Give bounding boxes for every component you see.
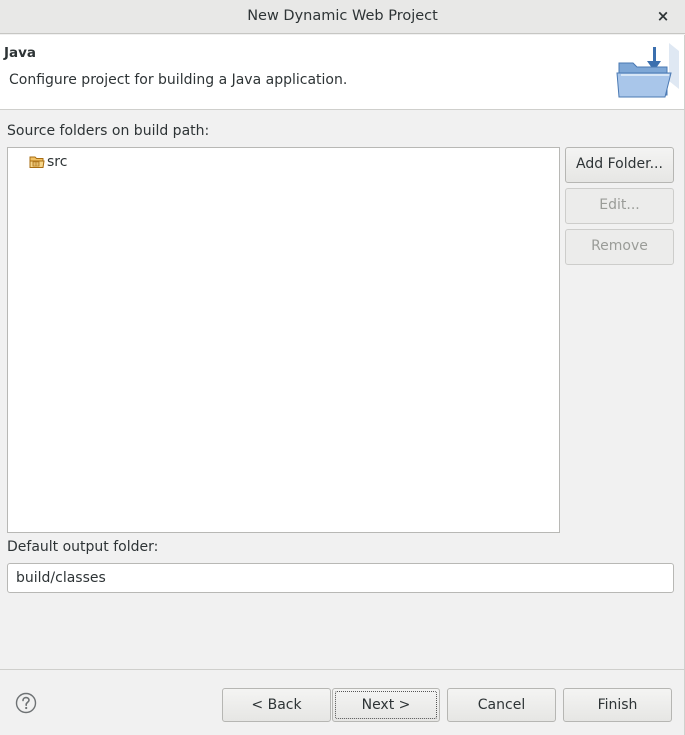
wizard-header: Java Configure project for building a Ja…	[0, 35, 685, 110]
edit-button[interactable]: Edit...	[565, 188, 674, 224]
java-wizard-folder-icon	[613, 41, 685, 103]
dialog-window: New Dynamic Web Project × Java Configure…	[0, 0, 685, 735]
source-folders-tree[interactable]: src	[7, 147, 560, 533]
tree-item-src[interactable]: src	[29, 154, 67, 170]
title-bar: New Dynamic Web Project ×	[0, 0, 685, 34]
add-folder-button[interactable]: Add Folder...	[565, 147, 674, 183]
window-title: New Dynamic Web Project	[247, 8, 438, 24]
help-icon[interactable]	[15, 692, 37, 714]
source-folders-label: Source folders on build path:	[7, 123, 210, 139]
finish-button[interactable]: Finish	[563, 688, 672, 722]
output-folder-label: Default output folder:	[7, 539, 159, 555]
back-button[interactable]: < Back	[222, 688, 331, 722]
output-folder-input[interactable]	[7, 563, 674, 593]
page-description: Configure project for building a Java ap…	[9, 72, 348, 88]
close-icon[interactable]: ×	[655, 7, 671, 25]
source-folder-icon	[29, 156, 45, 168]
remove-button[interactable]: Remove	[565, 229, 674, 265]
next-button[interactable]: Next >	[332, 688, 440, 722]
cancel-button[interactable]: Cancel	[447, 688, 556, 722]
footer-divider	[0, 669, 685, 670]
page-title: Java	[4, 45, 37, 61]
tree-item-label: src	[47, 154, 68, 170]
